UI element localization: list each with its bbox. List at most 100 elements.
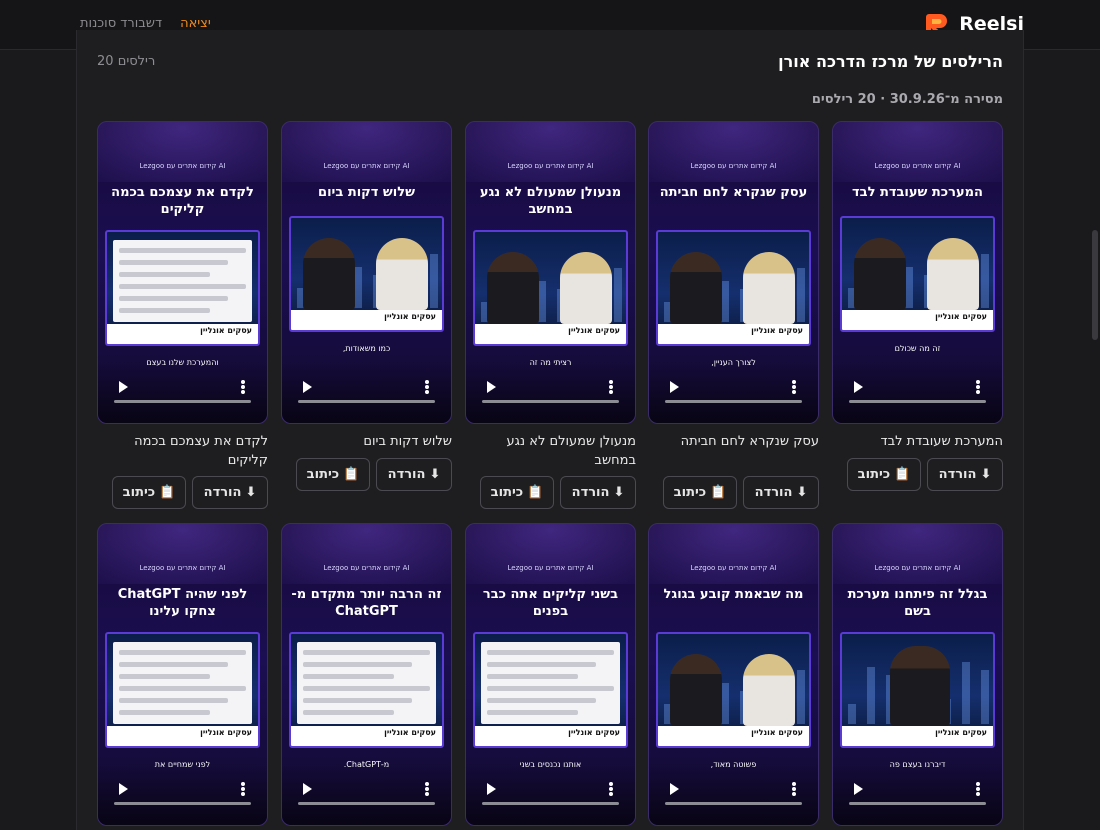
download-button[interactable]: ⬇ הורדה (192, 476, 268, 509)
video-progress-bar[interactable] (482, 400, 619, 403)
video-controls (649, 361, 818, 423)
reel-card[interactable]: AI קידום אתרים עם Lezgoo שלוש דקות ביום … (281, 121, 452, 424)
reel-card[interactable]: AI קידום אתרים עם Lezgoo בשני קליקים אתה… (465, 523, 636, 826)
more-options-icon[interactable] (609, 782, 613, 796)
video-progress-bar[interactable] (114, 802, 251, 805)
video-controls (98, 361, 267, 423)
video-progress-bar[interactable] (665, 802, 802, 805)
copy-caption-button[interactable]: 📋 כיתוב (847, 458, 921, 491)
play-icon[interactable] (303, 381, 312, 393)
more-options-icon[interactable] (425, 380, 429, 394)
more-options-icon[interactable] (792, 380, 796, 394)
video-progress-bar[interactable] (482, 802, 619, 805)
download-icon: ⬇ (613, 485, 625, 500)
play-icon[interactable] (119, 381, 128, 393)
reel-card[interactable]: AI קידום אתרים עם Lezgoo עסק שנקרא לחם ח… (648, 121, 819, 424)
reel-video-frame: עסקים אונליין (105, 632, 260, 748)
video-progress-bar[interactable] (298, 400, 435, 403)
reel-glow (833, 524, 1002, 584)
more-options-icon[interactable] (609, 380, 613, 394)
reel-brandline: AI קידום אתרים עם Lezgoo (323, 564, 410, 572)
ui-line (119, 248, 246, 253)
play-icon[interactable] (487, 381, 496, 393)
download-button[interactable]: ⬇ הורדה (927, 458, 1003, 491)
skyline-building (721, 281, 729, 322)
scrollbar[interactable] (1090, 50, 1100, 820)
more-options-icon[interactable] (241, 380, 245, 394)
more-options-icon[interactable] (241, 782, 245, 796)
reel-card[interactable]: AI קידום אתרים עם Lezgoo מנעולן שמעולם ל… (465, 121, 636, 424)
app-screenshot (297, 642, 436, 724)
nav-dashboard-link[interactable]: דשבורד סוכנות (80, 16, 162, 31)
copy-caption-button[interactable]: 📋 כיתוב (480, 476, 554, 509)
video-progress-bar[interactable] (849, 400, 986, 403)
play-icon[interactable] (670, 381, 679, 393)
reel-card[interactable]: AI קידום אתרים עם Lezgoo בגלל זה פיתחנו … (832, 523, 1003, 826)
reel-video-frame: עסקים אונליין (289, 632, 444, 748)
more-options-icon[interactable] (976, 380, 980, 394)
lower-third-tag: עסקים אונליין (751, 728, 803, 737)
reel-headline: המערכת שעובדת לבד (852, 185, 983, 200)
copy-caption-button[interactable]: 📋 כיתוב (296, 458, 370, 491)
play-icon[interactable] (119, 783, 128, 795)
reels-count: 20 רילסים (97, 54, 156, 69)
lower-third: עסקים אונליין (107, 726, 258, 746)
presenter-figure (743, 252, 795, 324)
scrollbar-thumb[interactable] (1092, 230, 1098, 340)
reel-brandline: AI קידום אתרים עם Lezgoo (507, 564, 594, 572)
reel-card[interactable]: AI קידום אתרים עם Lezgoo לקדם את עצמכם ב… (97, 121, 268, 424)
copy-caption-button[interactable]: 📋 כיתוב (112, 476, 186, 509)
reel-video-frame: עסקים אונליין (656, 632, 811, 748)
copy-caption-button[interactable]: 📋 כיתוב (663, 476, 737, 509)
skyline-building (981, 254, 989, 308)
download-button[interactable]: ⬇ הורדה (560, 476, 636, 509)
lower-third-tag: עסקים אונליין (751, 326, 803, 335)
presenter-figure (303, 238, 355, 310)
reel-brandline: AI קידום אתרים עם Lezgoo (139, 564, 226, 572)
play-icon[interactable] (487, 783, 496, 795)
reel-headline: לקדם את עצמכם בכמה קליקים (111, 185, 254, 217)
video-progress-bar[interactable] (849, 802, 986, 805)
app-screenshot (113, 240, 252, 322)
reel-headline: מנעולן שמעולם לא נגע במחשב (479, 185, 622, 217)
more-options-icon[interactable] (425, 782, 429, 796)
download-button[interactable]: ⬇ הורדה (376, 458, 452, 491)
download-icon: ⬇ (245, 485, 257, 500)
reel-glow (98, 122, 267, 182)
ui-line (303, 686, 430, 691)
play-icon[interactable] (670, 783, 679, 795)
download-button[interactable]: ⬇ הורדה (743, 476, 819, 509)
ui-line (119, 686, 246, 691)
reel-glow (98, 524, 267, 584)
copy-caption-label: כיתוב (122, 485, 156, 500)
reel-card[interactable]: AI קידום אתרים עם Lezgoo מה שבאמת קובע ב… (648, 523, 819, 826)
reel-card[interactable]: AI קידום אתרים עם Lezgoo זה הרבה יותר מת… (281, 523, 452, 826)
reel-card[interactable]: AI קידום אתרים עם Lezgoo לפני שהיה ChatG… (97, 523, 268, 826)
video-progress-bar[interactable] (298, 802, 435, 805)
ui-line (119, 650, 246, 655)
presenter-figure (670, 654, 722, 726)
skyline-building (430, 254, 438, 308)
reel-brandline: AI קידום אתרים עם Lezgoo (139, 162, 226, 170)
reel-title: לקדם את עצמכם בכמה קליקים (134, 434, 268, 468)
video-progress-bar[interactable] (665, 400, 802, 403)
reel-headline: בגלל זה פיתחנו מערכת בשם (847, 587, 988, 619)
reel-glow (282, 122, 451, 182)
play-icon[interactable] (303, 783, 312, 795)
lower-third: עסקים אונליין (842, 310, 993, 330)
skyline-building (614, 268, 622, 322)
lower-third: עסקים אונליין (658, 324, 809, 344)
copy-caption-label: כיתוב (490, 485, 524, 500)
ui-line (119, 260, 228, 265)
reel-video-frame: עסקים אונליין (656, 230, 811, 346)
lower-third: עסקים אונליין (475, 324, 626, 344)
lower-third: עסקים אונליין (658, 726, 809, 746)
more-options-icon[interactable] (792, 782, 796, 796)
reel-card[interactable]: AI קידום אתרים עם Lezgoo המערכת שעובדת ל… (832, 121, 1003, 424)
nav-exit-link[interactable]: יציאה (180, 16, 211, 31)
play-icon[interactable] (854, 381, 863, 393)
lower-third-tag: עסקים אונליין (935, 728, 987, 737)
play-icon[interactable] (854, 783, 863, 795)
video-progress-bar[interactable] (114, 400, 251, 403)
more-options-icon[interactable] (976, 782, 980, 796)
